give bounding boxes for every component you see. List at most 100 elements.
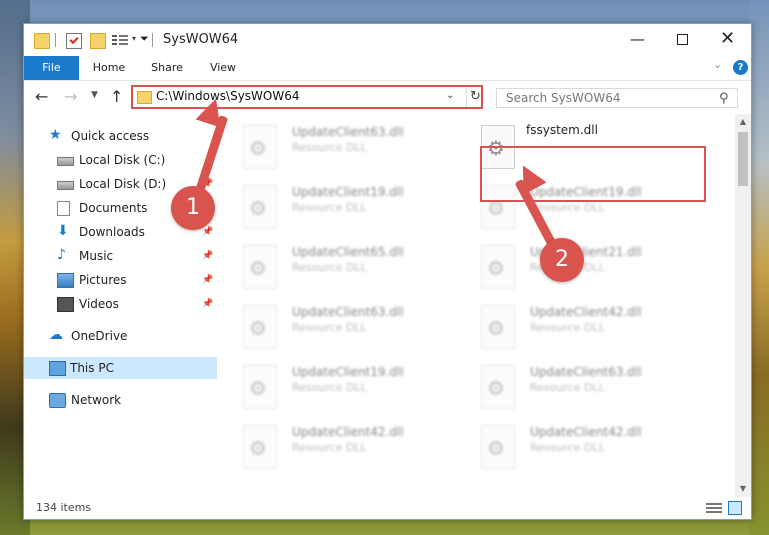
- customize-toolbar-icon[interactable]: ⏷: [140, 32, 149, 46]
- callout-number-2: 2: [540, 238, 584, 282]
- list-item[interactable]: UpdateClient19.dll Resource DLL: [217, 359, 447, 414]
- recent-locations-icon[interactable]: ▼: [91, 90, 98, 100]
- list-item[interactable]: UpdateClient42.dll Resource DLL: [217, 419, 447, 474]
- drive-icon: [57, 157, 74, 166]
- dll-file-icon: [481, 365, 515, 409]
- search-icon[interactable]: ⚲: [719, 91, 729, 106]
- list-item[interactable]: UpdateClient65.dll Resource DLL: [217, 239, 447, 294]
- sidebar-item-pictures[interactable]: Pictures 📌: [57, 269, 214, 291]
- dll-file-icon: [481, 245, 515, 289]
- sidebar-item-label: Quick access: [71, 129, 150, 143]
- file-type: Resource DLL: [530, 441, 605, 454]
- refresh-icon[interactable]: ↻: [466, 87, 484, 107]
- music-note-icon: ♪: [57, 247, 66, 263]
- tab-home[interactable]: Home: [84, 56, 134, 80]
- address-dropdown-icon[interactable]: ⌄: [446, 90, 454, 101]
- pin-icon[interactable]: 📌: [202, 269, 213, 291]
- dll-file-icon: [481, 425, 515, 469]
- sidebar-item-local-disk-c[interactable]: Local Disk (C:): [57, 149, 214, 171]
- tab-file[interactable]: File: [24, 56, 79, 80]
- pin-icon[interactable]: 📌: [202, 293, 213, 315]
- sidebar-item-videos[interactable]: Videos 📌: [57, 293, 214, 315]
- sidebar-item-this-pc[interactable]: This PC: [24, 357, 217, 379]
- up-arrow-icon[interactable]: ↑: [110, 87, 123, 106]
- computer-icon: [49, 361, 66, 376]
- file-name: fssystem.dll: [526, 123, 598, 137]
- picture-icon: [57, 273, 74, 288]
- sidebar-item-label: Local Disk (D:): [79, 177, 167, 191]
- list-item[interactable]: UpdateClient63.dll Resource DLL: [217, 119, 447, 174]
- sidebar-item-label: Pictures: [79, 273, 127, 287]
- file-type: Resource DLL: [530, 381, 605, 394]
- sidebar-item-network[interactable]: Network: [49, 389, 214, 411]
- folder-icon[interactable]: [34, 33, 50, 49]
- file-type: Resource DLL: [292, 141, 367, 154]
- explorer-window: ▾ ⏷ SysWOW64 — ✕ File Home Share View ⌄ …: [23, 23, 752, 520]
- chevron-down-icon[interactable]: ▾: [132, 34, 136, 43]
- file-name: UpdateClient63.dll: [530, 365, 642, 379]
- sidebar-item-label: Network: [71, 393, 122, 407]
- address-path[interactable]: C:\Windows\SysWOW64: [156, 89, 300, 103]
- minimize-button[interactable]: —: [615, 24, 660, 56]
- properties-icon[interactable]: [66, 33, 82, 49]
- drive-icon: [57, 181, 74, 190]
- navigation-bar: ← → ▼ ↑ C:\Windows\SysWOW64 ⌄ ↻ Search S…: [24, 81, 751, 113]
- toolbar-divider: [55, 33, 56, 47]
- cloud-icon: ☁: [49, 327, 63, 343]
- file-type: Resource DLL: [292, 321, 367, 334]
- sidebar-item-label: Local Disk (C:): [79, 153, 166, 167]
- scroll-down-icon[interactable]: ▼: [735, 481, 751, 497]
- network-icon: [49, 393, 66, 408]
- sidebar-item-label: Videos: [79, 297, 119, 311]
- sidebar-item-onedrive[interactable]: ☁ OneDrive: [49, 325, 214, 347]
- tab-share[interactable]: Share: [142, 56, 192, 80]
- scrollbar-thumb[interactable]: [738, 132, 748, 186]
- vertical-scrollbar[interactable]: ▲ ▼: [735, 114, 751, 497]
- maximize-icon: [677, 34, 688, 45]
- details-view-icon[interactable]: [706, 502, 722, 514]
- document-icon: [57, 201, 70, 216]
- dll-file-icon: [243, 185, 277, 229]
- dll-file-icon: [243, 425, 277, 469]
- expand-ribbon-icon[interactable]: ⌄: [713, 58, 722, 71]
- tab-view[interactable]: View: [198, 56, 248, 80]
- sidebar-item-label: Downloads: [79, 225, 145, 239]
- maximize-button[interactable]: [660, 24, 705, 56]
- file-type: Resource DLL: [292, 201, 367, 214]
- list-item[interactable]: UpdateClient42.dll Resource DLL: [455, 299, 685, 354]
- callout-number-1: 1: [171, 186, 215, 230]
- title-divider: [152, 33, 153, 47]
- desktop-background-right: [749, 0, 769, 535]
- dll-file-icon: [481, 305, 515, 349]
- status-bar: 134 items: [24, 497, 751, 519]
- sidebar-item-label: Music: [79, 249, 114, 263]
- help-icon[interactable]: ?: [733, 60, 748, 75]
- file-name: UpdateClient42.dll: [530, 425, 642, 439]
- file-type: Resource DLL: [292, 261, 367, 274]
- navigation-pane: ★ Quick access Local Disk (C:) Local Dis…: [24, 114, 217, 497]
- sidebar-item-music[interactable]: ♪ Music 📌: [57, 245, 214, 267]
- scroll-up-icon[interactable]: ▲: [735, 114, 751, 130]
- window-title: SysWOW64: [163, 32, 239, 47]
- large-icons-view-icon[interactable]: [728, 501, 742, 515]
- address-bar[interactable]: C:\Windows\SysWOW64 ⌄ ↻: [131, 85, 483, 109]
- download-arrow-icon: ⬇: [57, 223, 69, 239]
- dll-file-icon: [243, 245, 277, 289]
- file-list: UpdateClient63.dll Resource DLL UpdateCl…: [217, 114, 735, 497]
- view-icon[interactable]: [112, 33, 128, 47]
- list-item[interactable]: UpdateClient42.dll Resource DLL: [455, 419, 685, 474]
- list-item[interactable]: UpdateClient63.dll Resource DLL: [455, 359, 685, 414]
- folder-icon: [137, 91, 152, 104]
- file-name: UpdateClient42.dll: [530, 305, 642, 319]
- forward-arrow-icon[interactable]: →: [64, 87, 77, 106]
- back-arrow-icon[interactable]: ←: [35, 87, 48, 106]
- new-folder-icon[interactable]: [90, 33, 106, 49]
- file-type: Resource DLL: [292, 381, 367, 394]
- sidebar-item-quick-access[interactable]: ★ Quick access: [49, 125, 214, 147]
- list-item[interactable]: UpdateClient19.dll Resource DLL: [217, 179, 447, 234]
- list-item[interactable]: UpdateClient63.dll Resource DLL: [217, 299, 447, 354]
- pin-icon[interactable]: 📌: [202, 245, 213, 267]
- file-name: UpdateClient65.dll: [292, 245, 404, 259]
- close-button[interactable]: ✕: [705, 24, 750, 56]
- search-input[interactable]: Search SysWOW64 ⚲: [496, 88, 738, 108]
